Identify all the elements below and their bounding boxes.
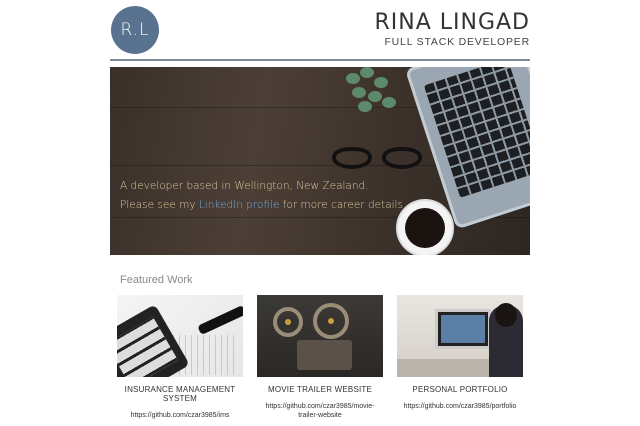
hero-banner: A developer based in Wellington, New Zea… [110,67,530,255]
movie-trailer-thumbnail[interactable] [257,295,383,377]
logo-initials: R.L [120,20,150,40]
hero-line-location: A developer based in Wellington, New Zea… [120,180,369,192]
portfolio-thumbnail[interactable] [397,295,523,377]
featured-card-movie-trailer[interactable]: MOVIE TRAILER WEBSITE https://github.com… [257,295,383,420]
hero-line-profile: Please see my LinkedIn profile for more … [120,196,406,215]
ims-thumbnail[interactable] [117,295,243,377]
header-divider [110,59,530,61]
hero-text-before: Please see my [120,199,199,211]
card-github-link[interactable]: https://github.com/czar3985/movie-traile… [257,402,383,420]
featured-card-ims[interactable]: INSURANCE MANAGEMENT SYSTEM https://gith… [117,295,243,420]
hero-intro: A developer based in Wellington, New Zea… [120,177,406,215]
card-github-link[interactable]: https://github.com/czar3985/portfolio [397,402,523,411]
site-owner-role: FULL STACK DEVELOPER [384,36,530,48]
page-container: R.L RINA LINGAD FULL STACK DEVELOPER A d… [110,0,530,426]
card-title[interactable]: PERSONAL PORTFOLIO [397,385,523,394]
hero-text-after: for more career details. [279,199,407,211]
featured-card-portfolio[interactable]: PERSONAL PORTFOLIO https://github.com/cz… [397,295,523,411]
featured-work-heading: Featured Work [120,274,193,286]
site-owner-name: RINA LINGAD [374,10,530,35]
logo-avatar[interactable]: R.L [111,6,159,54]
card-github-link[interactable]: https://github.com/czar3985/ims [117,411,243,420]
linkedin-profile-link[interactable]: LinkedIn profile [199,199,280,211]
plant-image [338,67,402,117]
card-title[interactable]: INSURANCE MANAGEMENT SYSTEM [117,385,243,403]
card-title[interactable]: MOVIE TRAILER WEBSITE [257,385,383,394]
